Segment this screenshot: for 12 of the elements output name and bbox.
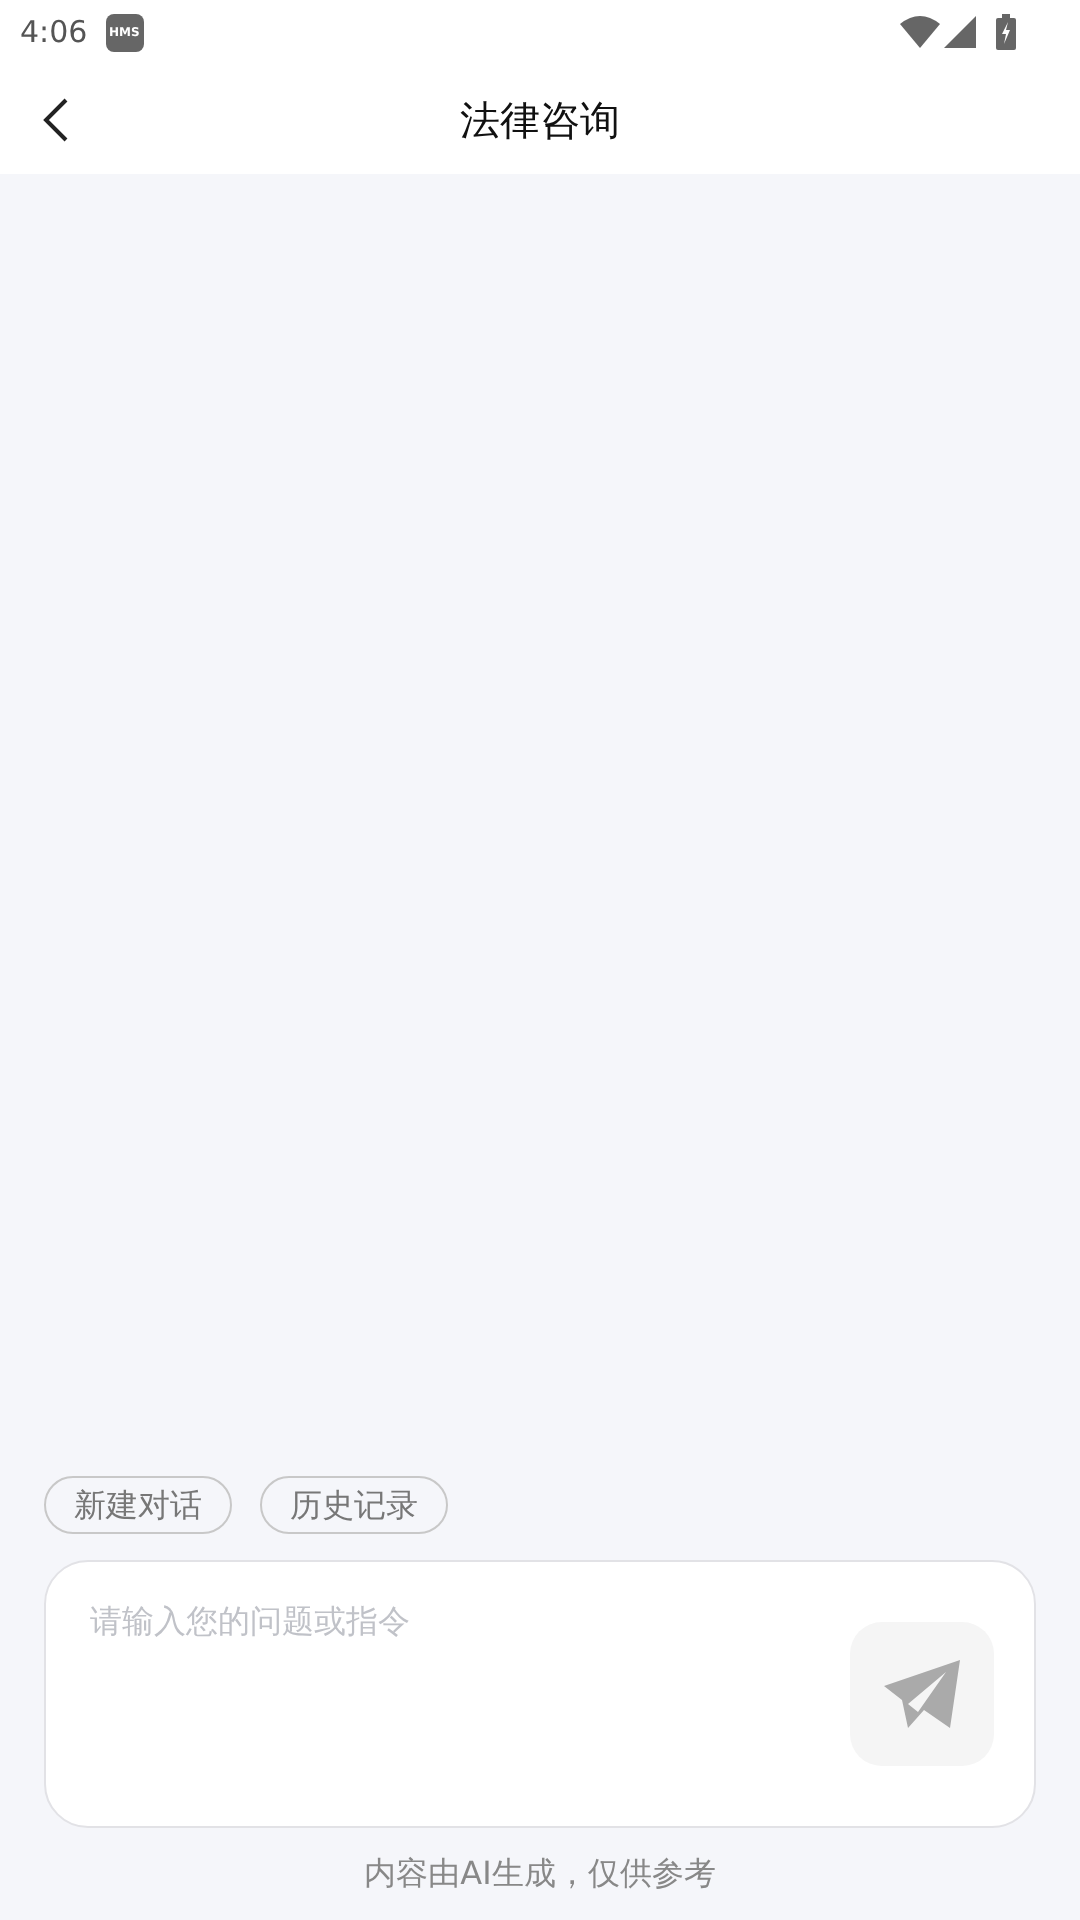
wifi-icon	[900, 16, 940, 48]
battery-icon	[996, 14, 1016, 50]
back-icon	[42, 96, 70, 144]
quick-action-chip[interactable]: 新建对话	[44, 1476, 232, 1534]
question-input-field[interactable]: 请输入您的问题或指令	[90, 1598, 826, 1766]
signal-icon	[944, 16, 976, 48]
disclaimer-text: 内容由AI生成，仅供参考	[364, 1852, 716, 1896]
status-time: 4:06	[20, 11, 88, 54]
message-composer[interactable]: 请输入您的问题或指令	[44, 1560, 1036, 1828]
page-title: 法律咨询	[460, 93, 620, 147]
quick-action-chip[interactable]: 历史记录	[260, 1476, 448, 1534]
paper-plane-icon	[880, 1656, 964, 1732]
